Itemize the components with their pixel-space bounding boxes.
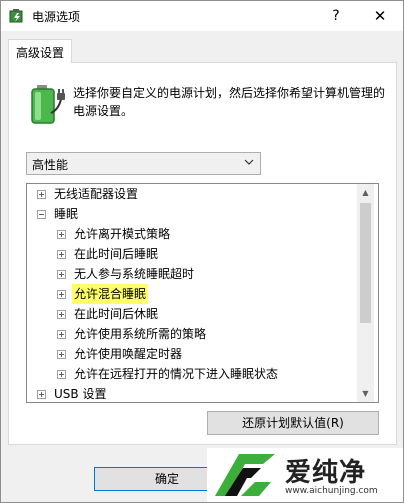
watermark-url: www.aichunjing.com — [285, 486, 378, 496]
watermark: 爱纯净 www.aichunjing.com — [207, 448, 403, 502]
expand-icon[interactable] — [57, 270, 66, 279]
expand-icon[interactable] — [57, 230, 66, 239]
scroll-up-icon[interactable]: ▲ — [357, 184, 374, 201]
collapse-icon[interactable] — [37, 210, 46, 219]
help-button[interactable]: ? — [313, 1, 359, 31]
watermark-title: 爱纯净 — [285, 458, 367, 488]
expand-icon[interactable] — [57, 370, 66, 379]
settings-tree: 无线适配器设置 睡眠 允许离开模式策略 在此时间后睡眠 无人参与系统睡眠超时 允… — [26, 183, 379, 403]
window-title: 电源选项 — [32, 10, 81, 24]
expand-icon[interactable] — [57, 330, 66, 339]
scroll-down-icon[interactable]: ▼ — [357, 385, 374, 402]
plan-description: 选择你要自定义的电源计划，然后选择你希望计算机管理的电源设置。 — [73, 86, 386, 118]
restore-defaults-button[interactable]: 还原计划默认值(R) — [207, 411, 379, 435]
expand-icon[interactable] — [37, 390, 46, 399]
plan-select-value: 高性能 — [32, 158, 69, 172]
power-options-icon — [9, 9, 23, 23]
tab-advanced-settings[interactable]: 高级设置 — [8, 39, 72, 63]
plan-select-dropdown[interactable]: 高性能 — [26, 152, 261, 175]
power-options-dialog: 电源选项 ? ✕ 高级设置 选择你要自定义的电源计划，然后选择你希望计算机管理的… — [0, 0, 404, 503]
expand-icon[interactable] — [57, 250, 66, 259]
title-bar: 电源选项 ? ✕ — [1, 1, 403, 31]
battery-plug-icon — [31, 85, 65, 124]
tab-label: 高级设置 — [16, 46, 65, 60]
expand-icon[interactable] — [57, 350, 66, 359]
scroll-thumb[interactable] — [360, 203, 371, 323]
highlighted-label: 允许混合睡眠 — [72, 284, 149, 304]
close-button[interactable]: ✕ — [357, 1, 403, 31]
expand-icon[interactable] — [57, 290, 66, 299]
tree-scrollbar[interactable]: ▲ ▼ — [357, 184, 374, 402]
expand-icon[interactable] — [37, 190, 46, 199]
expand-icon[interactable] — [57, 310, 66, 319]
chevron-down-icon — [244, 159, 254, 165]
aichunjing-logo-icon — [215, 454, 275, 496]
